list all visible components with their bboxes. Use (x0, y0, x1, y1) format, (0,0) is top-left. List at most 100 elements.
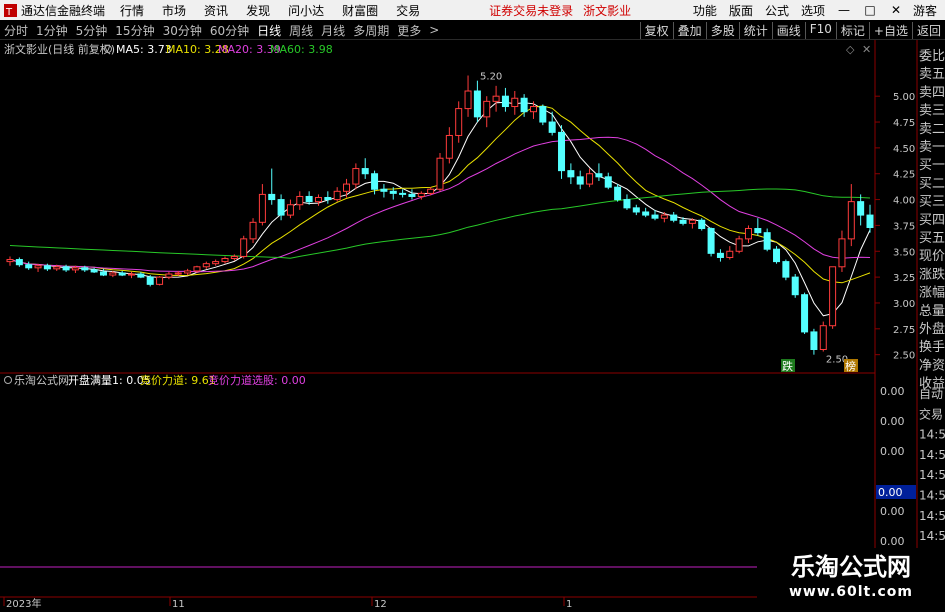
candle-body (90, 269, 98, 273)
candle-body (193, 266, 201, 272)
chevron-right-icon[interactable]: > (425, 23, 443, 37)
candle-body (707, 228, 715, 254)
candle-body (43, 265, 51, 270)
menu-gongneng[interactable]: 功能 (687, 2, 723, 19)
side-panel-label: 卖一 (919, 140, 945, 155)
candle-body (156, 276, 164, 285)
period-tab[interactable]: 15分钟 (111, 22, 158, 39)
side-panel-label: 14:56 (919, 468, 945, 482)
menu-faxian[interactable]: 发现 (237, 2, 279, 19)
candle-body (464, 90, 472, 110)
candle-body (782, 261, 790, 278)
candle-body (642, 211, 650, 216)
menu-caifuquan[interactable]: 财富圈 (333, 2, 387, 19)
watermark: 乐淘公式网 www.60lt.com (757, 548, 945, 609)
menu-shichang[interactable]: 市场 (153, 2, 195, 19)
settings-dot-icon[interactable] (4, 376, 12, 384)
menu-zixun[interactable]: 资讯 (195, 2, 237, 19)
candle-body (277, 199, 285, 216)
chart-window-controls[interactable]: ◇ ✕ (846, 43, 871, 56)
candle-body (427, 188, 435, 194)
main-legend: 浙文影业(日线 前复权) MA5: 3.73 MA10: 3.28 MA20: … (4, 42, 333, 56)
side-panel-label: 卖三 (919, 104, 945, 119)
kline-chart[interactable]: 浙文影业(日线 前复权) MA5: 3.73 MA10: 3.28 MA20: … (0, 40, 945, 612)
menu-wenxiaoda[interactable]: 问小达 (279, 2, 333, 19)
price-tick-label: 4.75 (893, 118, 915, 129)
candle-body (240, 238, 248, 257)
tool-back[interactable]: 返回 (911, 21, 945, 39)
collapse-icon[interactable]: ◇ (846, 43, 855, 56)
period-tab[interactable]: 1分钟 (32, 22, 72, 39)
event-markers: 跌 榜 (781, 359, 858, 373)
candle-body (754, 228, 762, 234)
side-panel-label: 买三 (919, 195, 945, 210)
candle-body (333, 190, 341, 201)
candle-body (492, 95, 500, 102)
tool-huaxian[interactable]: 画线 (771, 21, 805, 39)
candle-body (361, 168, 369, 175)
app-title-text: 通达信金融终端 (21, 3, 106, 18)
tool-diejia[interactable]: 叠加 (672, 21, 706, 39)
chart-area[interactable]: 浙文影业(日线 前复权) MA5: 3.73 MA10: 3.28 MA20: … (0, 40, 945, 612)
ma-lines (9, 101, 871, 317)
watermark-url: www.60lt.com (788, 584, 914, 600)
candle-body (632, 207, 640, 213)
sub-tick-label: 0.00 (880, 385, 905, 398)
candle-body (501, 95, 509, 108)
candle-body (417, 192, 425, 197)
menu-xuanxiang[interactable]: 选项 (795, 2, 831, 19)
side-panel-label: 交易 (919, 406, 943, 421)
period-tab[interactable]: 月线 (317, 22, 349, 39)
candle-body (230, 255, 238, 260)
candle-body (305, 195, 313, 203)
guest-label[interactable]: 游客 (909, 2, 945, 19)
period-tab[interactable]: 分时 (0, 22, 32, 39)
flag-marker: 榜 (845, 359, 856, 373)
period-tab[interactable]: 多周期 (349, 22, 393, 39)
candle-body (688, 219, 696, 224)
candle-body (698, 219, 706, 230)
tool-fuquan[interactable]: 复权 (639, 21, 673, 39)
menu-gongshi[interactable]: 公式 (759, 2, 795, 19)
period-tab-active[interactable]: 日线 (253, 22, 285, 39)
period-tab[interactable]: 30分钟 (159, 22, 206, 39)
candle-body (286, 204, 294, 216)
close-icon[interactable]: ✕ (883, 3, 909, 17)
tool-add-watchlist[interactable]: +自选 (868, 21, 912, 39)
menu-jiaoyi[interactable]: 交易 (387, 2, 429, 19)
candle-body (567, 170, 575, 178)
menu-banmian[interactable]: 版面 (723, 2, 759, 19)
sub-title: 乐淘公式网 (14, 374, 69, 387)
side-panel-label: 买五 (919, 231, 945, 246)
period-tab-more[interactable]: 更多 (393, 22, 425, 39)
candle-body (773, 248, 781, 263)
candle-body (324, 197, 332, 201)
side-panel-label: 14:56 (919, 489, 945, 503)
candle-body (258, 193, 266, 223)
period-tab[interactable]: 60分钟 (206, 22, 253, 39)
side-panel-label: 涨幅 (919, 286, 945, 301)
side-panel-label: 买一 (919, 158, 945, 173)
candle-body (829, 266, 837, 327)
candle-body (726, 250, 734, 258)
period-tab[interactable]: 周线 (285, 22, 317, 39)
candle-body (118, 272, 126, 276)
candle-body (15, 259, 23, 266)
period-tab[interactable]: 5分钟 (72, 22, 112, 39)
candle-body (71, 267, 79, 271)
tool-tongji[interactable]: 统计 (738, 21, 772, 39)
candle-body (623, 199, 631, 209)
candle-body (352, 168, 360, 185)
menu-hangqing[interactable]: 行情 (111, 2, 153, 19)
login-status-notice[interactable]: 证券交易未登录 (484, 2, 578, 19)
minimize-icon[interactable]: — (831, 3, 857, 17)
quote-side-panel: 委比卖五卖四卖三卖二卖一买一买二买三买四买五现价涨跌涨幅总量外盘换手净资收益自动… (919, 49, 945, 612)
tool-f10[interactable]: F10 (804, 21, 836, 39)
tool-biaoji[interactable]: 标记 (835, 21, 869, 39)
maximize-icon[interactable]: □ (857, 3, 883, 17)
ma5-label: MA5: 3.73 (116, 43, 172, 56)
candle-body (53, 266, 61, 270)
current-stock-notice[interactable]: 浙文影业 (578, 2, 636, 19)
tool-duogu[interactable]: 多股 (705, 21, 739, 39)
close-pane-icon[interactable]: ✕ (862, 43, 871, 56)
